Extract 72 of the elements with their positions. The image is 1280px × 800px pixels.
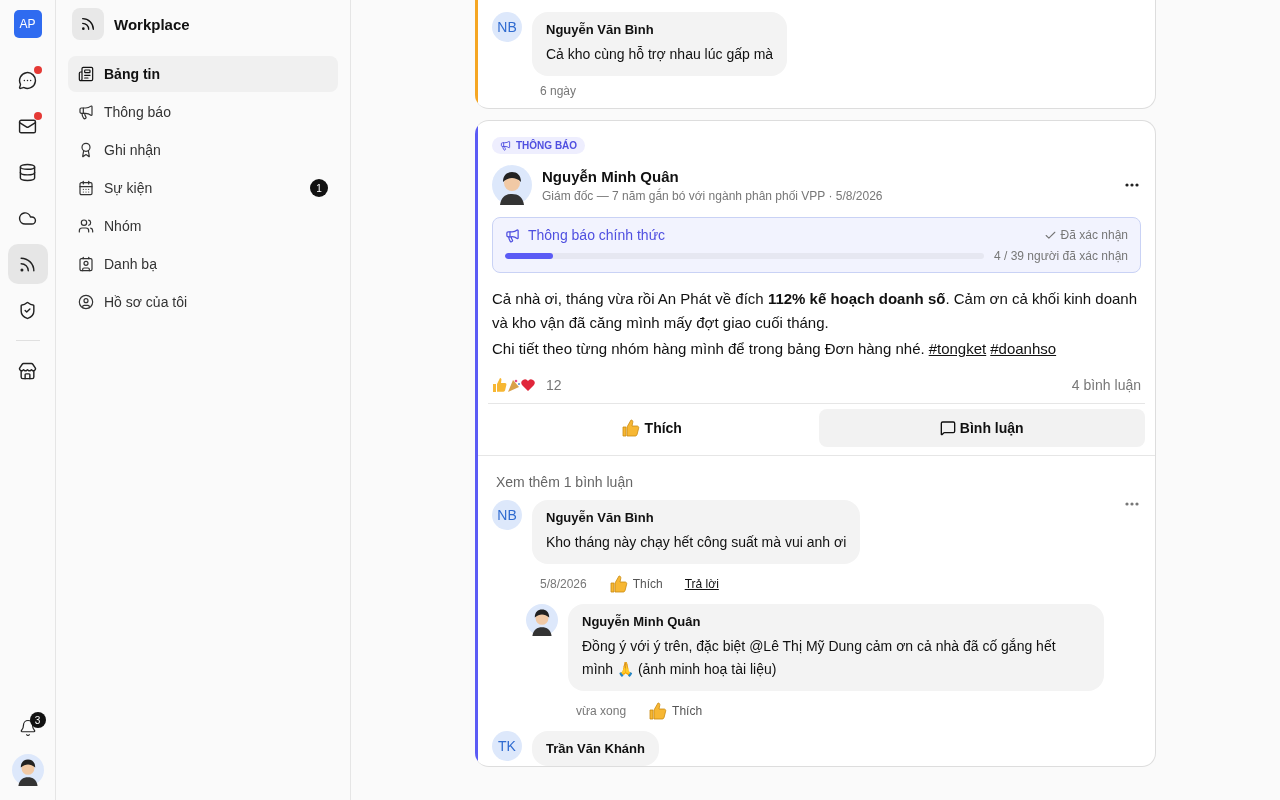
users-icon: [78, 218, 94, 234]
rss-nav-button[interactable]: [7, 244, 48, 284]
commenter-name: Nguyễn Minh Quân: [582, 614, 702, 629]
initials-avatar: NB: [492, 500, 522, 530]
author-subtitle: Giám đốc — 7 năm gắn bó với ngành phân phối VPP · 5/8/2026: [542, 188, 883, 203]
bell-icon: [18, 719, 37, 737]
shield-icon: [18, 300, 37, 320]
reaction-count: 12: [546, 377, 562, 393]
comment-text: Kho tháng này chạy hết công suất mà vui anh ơi: [546, 533, 847, 552]
mail-icon: [18, 116, 37, 136]
more-button[interactable]: [1123, 181, 1141, 189]
initials-avatar: TK: [492, 731, 522, 761]
confirmed-status: Đã xác nhận: [1043, 228, 1128, 242]
reply-link[interactable]: Trả lời: [684, 577, 719, 591]
count-badge: 1: [310, 179, 328, 197]
notification-count: 3: [29, 712, 46, 728]
more-icon: [1125, 502, 1139, 506]
notice-title: Thông báo chính thức: [505, 227, 666, 243]
database-icon: [18, 162, 37, 182]
post-tag: THÔNG BÁO: [492, 137, 586, 154]
thumbs-up-icon: [620, 418, 641, 438]
comment-time: vừa xong: [576, 704, 627, 718]
author-name: Nguyễn Minh Quân: [542, 167, 680, 185]
rss-icon: [18, 254, 37, 274]
post-text: Cả nhà ơi, tháng vừa rồi An Phát về đích 112% kế hoạch doanh số. Cảm ơn cả khối kinh doanh và kho vận đã căng mình mấy đợt giao cuối tháng.: [492, 289, 1139, 333]
comment-icon: [939, 420, 956, 436]
thumbs-up-icon: [648, 701, 669, 721]
initials-avatar: NB: [492, 12, 522, 42]
commenter-name: Trần Văn Khánh: [546, 741, 645, 756]
hashtag-link[interactable]: #doanhso: [990, 340, 1057, 357]
more-icon: [1125, 183, 1139, 187]
like-link[interactable]: Thích: [608, 574, 663, 594]
confirmed-count: 4 / 39 người đã xác nhận: [994, 249, 1128, 263]
reactions-icon: [492, 377, 536, 393]
megaphone-icon: [78, 104, 94, 120]
sidebar-item[interactable]: Hồ sơ của tôi: [68, 284, 338, 320]
more-comments-link[interactable]: Xem thêm 1 bình luận: [492, 474, 1141, 490]
comment-text: Cả kho cùng hỗ trợ nhau lúc gấp mà: [546, 45, 774, 64]
newspaper-icon: [78, 66, 94, 82]
commenter-name: Nguyễn Văn Bình: [546, 22, 655, 37]
megaphone-icon: [500, 140, 511, 151]
sidebar-item[interactable]: Nhóm: [68, 208, 338, 244]
contact-card-icon: [78, 256, 94, 272]
avatar: [11, 754, 44, 786]
sidebar-item[interactable]: Bảng tin: [68, 56, 338, 92]
avatar: [492, 165, 532, 205]
award-icon: [78, 142, 94, 158]
app-logo[interactable]: AP: [13, 10, 42, 38]
like-link[interactable]: Thích: [648, 701, 703, 721]
comment-time: 6 ngày: [540, 84, 577, 98]
post-text: Chi tiết theo từng nhóm hàng mình để trong bảng Đơn hàng nhé. #tongket #doanhso: [492, 339, 1058, 359]
avatar: [526, 604, 558, 636]
user-icon: [78, 294, 94, 310]
comment-time: 5/8/2026: [540, 577, 587, 591]
sidebar-item[interactable]: Ghi nhận: [68, 132, 338, 168]
calendar-icon: [78, 180, 94, 196]
rss-icon: [72, 8, 104, 40]
like-button[interactable]: Thích: [488, 409, 815, 447]
comment-button[interactable]: Bình luận: [818, 409, 1145, 447]
sidebar-item[interactable]: Danh bạ: [68, 246, 338, 282]
chat-icon: [18, 70, 37, 90]
thumbs-up-icon: [608, 574, 629, 594]
hashtag-link[interactable]: #tongket: [928, 340, 987, 357]
store-icon: [18, 361, 37, 381]
comment-text: Đồng ý với ý trên, đặc biệt @Lê Thị Mỹ Dung cảm ơn cả nhà đã cố gắng hết mình 🙏 (ảnh minh hoạ tài liệu): [582, 637, 1057, 679]
megaphone-icon: [505, 227, 520, 243]
notifications-button[interactable]: 3: [7, 708, 48, 748]
comment-count: 4 bình luận: [1071, 377, 1141, 393]
app-title: Workplace: [114, 15, 190, 33]
commenter-name: Nguyễn Văn Bình: [546, 510, 655, 525]
sidebar-item[interactable]: Sự kiện 1: [68, 170, 338, 206]
sidebar-item[interactable]: Thông báo: [68, 94, 338, 130]
